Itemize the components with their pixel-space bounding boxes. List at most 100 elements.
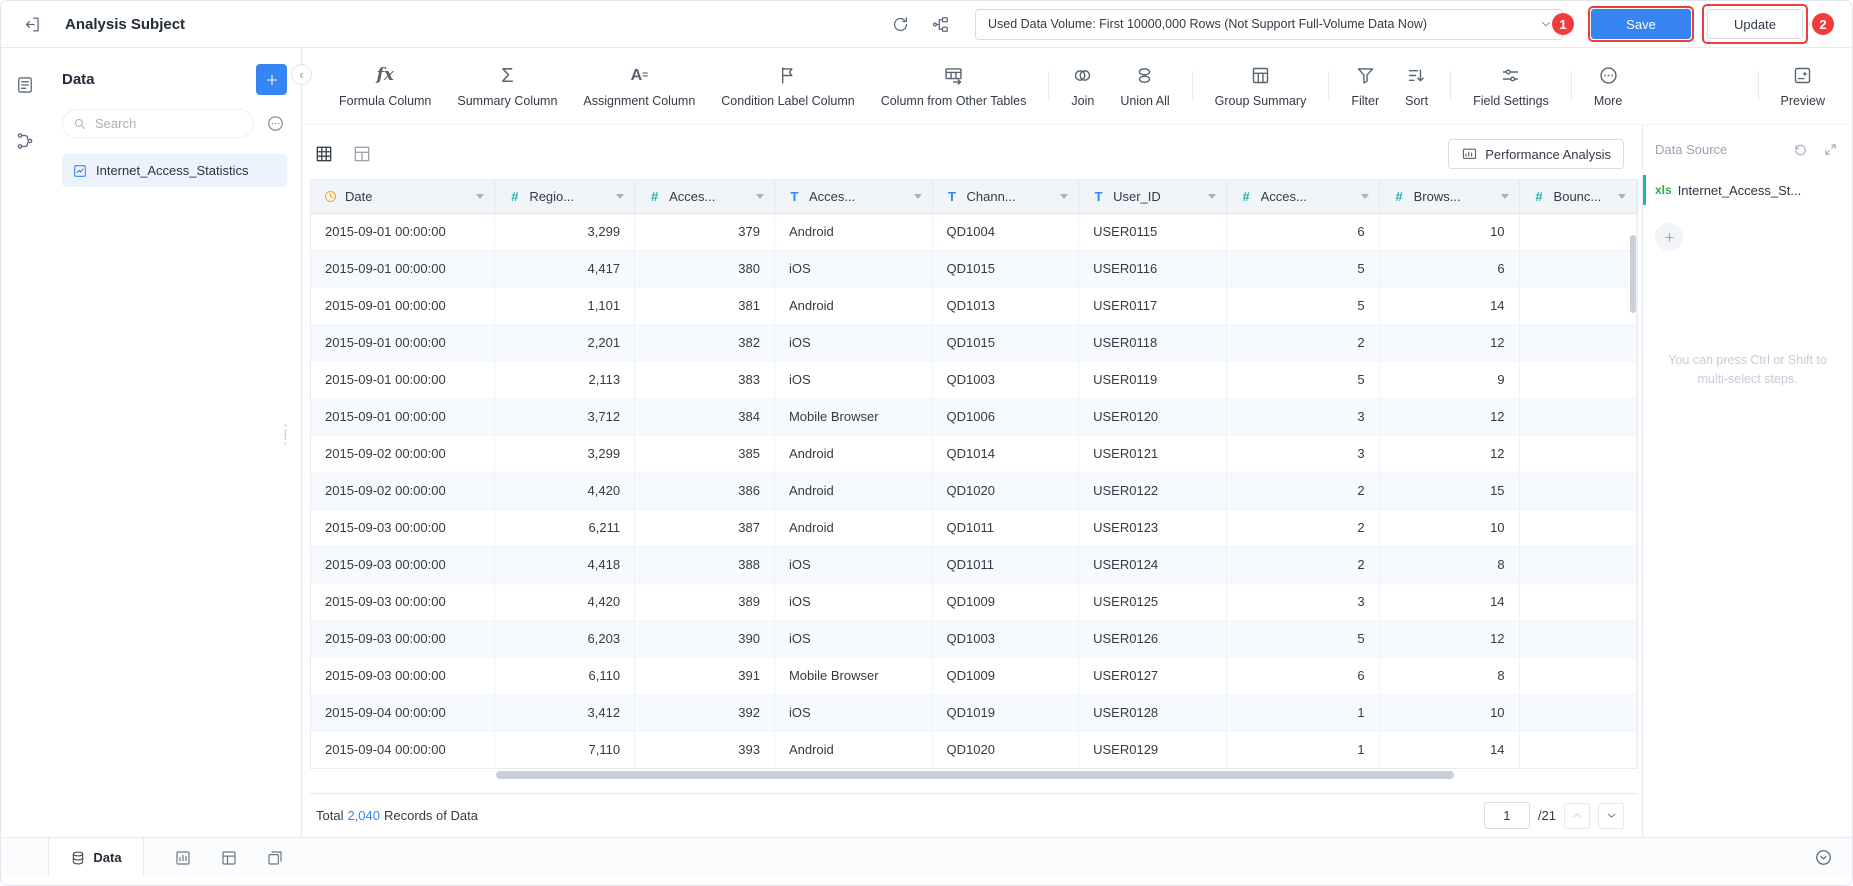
table-cell: 390 (634, 620, 775, 658)
toolbar-assignment-column-button[interactable]: A= Assignment Column (570, 65, 708, 108)
column-header-6[interactable]: # Acces... (1226, 180, 1380, 214)
chart-component-icon[interactable] (170, 845, 196, 871)
column-dropdown-icon[interactable] (476, 193, 485, 199)
data-volume-dropdown[interactable]: Used Data Volume: First 10000,000 Rows (… (975, 8, 1563, 40)
toolbar-more-button[interactable]: More (1581, 65, 1635, 108)
left-icon-strip (1, 48, 48, 837)
data-grid: Date # Regio... # Acces... T Acces... T Chann...… (310, 179, 1638, 769)
toolbar-join-button[interactable]: Join (1058, 65, 1107, 108)
table-cell: 4,420 (494, 472, 636, 510)
table-cell (1519, 287, 1637, 325)
toolbar-filter-button[interactable]: Filter (1338, 65, 1392, 108)
table-cell: 8 (1379, 657, 1520, 695)
table-cell: 382 (634, 324, 775, 362)
add-step-button[interactable] (1655, 223, 1683, 251)
card-view-icon[interactable] (350, 142, 374, 166)
add-data-button[interactable] (256, 64, 287, 95)
table-cell: 5 (1226, 361, 1380, 399)
toolbar-group-summary-button[interactable]: Group Summary (1202, 65, 1320, 108)
column-dropdown-icon[interactable] (1207, 193, 1216, 199)
update-annotation-box: Update (1702, 4, 1808, 44)
column-dropdown-icon[interactable] (755, 193, 764, 199)
layers-component-icon[interactable] (262, 845, 288, 871)
table-component-icon[interactable] (216, 845, 242, 871)
column-dropdown-icon[interactable] (1500, 193, 1509, 199)
column-header-7[interactable]: # Brows... (1379, 180, 1520, 214)
toolbar-separator (1570, 71, 1572, 101)
column-header-8[interactable]: # Bounc... (1519, 180, 1637, 214)
table-cell: USER0118 (1078, 324, 1227, 362)
table-cell: iOS (774, 694, 933, 732)
search-input[interactable] (95, 116, 244, 131)
toolbar-separator (1450, 71, 1452, 101)
table-cell: 384 (634, 398, 775, 436)
page-down-icon[interactable] (1598, 802, 1624, 829)
column-dropdown-icon[interactable] (1060, 193, 1069, 199)
hscroll-thumb[interactable] (496, 771, 1454, 779)
column-header-0[interactable]: Date (311, 180, 496, 214)
toolbar-field-settings-button[interactable]: Field Settings (1460, 65, 1562, 108)
toolbar-preview-button[interactable]: Preview (1768, 65, 1838, 108)
lineage-icon[interactable] (12, 128, 38, 154)
history-icon[interactable] (1790, 139, 1810, 159)
table-cell: 6,211 (494, 509, 636, 547)
table-cell: 3,299 (494, 435, 636, 473)
table-cell: 6 (1226, 657, 1380, 695)
toolbar-formula-column-button[interactable]: fx Formula Column (326, 65, 444, 108)
tab-data[interactable]: Data (48, 838, 144, 877)
search-options-icon[interactable] (264, 112, 287, 135)
exit-icon[interactable] (19, 11, 45, 37)
column-label: Acces... (808, 188, 856, 204)
toolbar-item-label: Filter (1351, 93, 1380, 108)
main-column: fx Formula Column Σ Summary Column A= Assignm… (302, 48, 1852, 837)
number-type-icon: # (1395, 188, 1403, 204)
total-count: 2,040 (347, 808, 381, 823)
flow-icon[interactable] (927, 11, 953, 37)
column-dropdown-icon[interactable] (913, 193, 922, 199)
collapse-bar-icon[interactable] (1810, 845, 1836, 871)
vertical-scrollbar[interactable] (1630, 235, 1636, 313)
toolbar-column-from-other-tables-button[interactable]: Column from Other Tables (868, 65, 1040, 108)
page-input[interactable] (1483, 802, 1530, 829)
sliders-icon (1500, 65, 1521, 87)
sidebar-search-row (62, 109, 287, 138)
table-cell: iOS (774, 324, 933, 362)
column-dropdown-icon[interactable] (616, 193, 625, 199)
analysis-steps-icon[interactable] (12, 72, 38, 98)
toolbar-union-all-button[interactable]: Union All (1107, 65, 1182, 108)
table-row: 2015-09-01 00:00:00 3,712 384 Mobile Browse… (311, 398, 1637, 436)
refresh-icon[interactable] (887, 11, 913, 37)
column-header-2[interactable]: # Acces... (634, 180, 775, 214)
table-row: 2015-09-01 00:00:00 4,417 380 iOS QD1015 USER… (311, 250, 1637, 288)
toolbar-sort-button[interactable]: Sort (1392, 65, 1441, 108)
table-cell: USER0117 (1078, 287, 1227, 325)
table-cell: 2015-09-03 00:00:00 (311, 583, 496, 621)
expand-icon[interactable] (1820, 139, 1840, 159)
column-label: Regio... (529, 188, 575, 204)
table-cell (1519, 620, 1637, 658)
app-body: Data Internet_Access_Statistics ‹ ⋮⋮ fx F… (1, 48, 1852, 837)
table-cell: 1 (1226, 694, 1380, 732)
toolbar-condition-label-column-button[interactable]: Condition Label Column (708, 65, 867, 108)
column-header-3[interactable]: T Acces... (774, 180, 933, 214)
table-cell: iOS (774, 546, 933, 584)
column-dropdown-icon[interactable] (1360, 193, 1369, 199)
grid-view-icon[interactable] (312, 142, 336, 166)
column-dropdown-icon[interactable] (1618, 193, 1626, 199)
horizontal-scrollbar[interactable] (310, 771, 1638, 780)
data-source-step[interactable]: xls Internet_Access_St... (1643, 175, 1852, 205)
sidebar-table-item[interactable]: Internet_Access_Statistics (62, 154, 287, 187)
sidebar-collapse-icon[interactable]: ‹ (291, 64, 312, 85)
number-type-icon: # (1535, 188, 1543, 204)
toolbar-summary-column-button[interactable]: Σ Summary Column (444, 65, 570, 108)
page-up-icon[interactable] (1564, 802, 1590, 829)
sidebar-resize-handle[interactable]: ⋮ ⋮ (278, 423, 293, 446)
update-button[interactable]: Update (1707, 9, 1803, 39)
performance-analysis-button[interactable]: Performance Analysis (1448, 139, 1624, 169)
save-annotation-box: Save (1588, 6, 1694, 42)
column-header-5[interactable]: T User_ID (1078, 180, 1227, 214)
column-header-4[interactable]: T Chann... (932, 180, 1080, 214)
column-header-1[interactable]: # Regio... (494, 180, 636, 214)
save-button[interactable]: Save (1591, 9, 1691, 39)
table-cell: 4,420 (494, 583, 636, 621)
